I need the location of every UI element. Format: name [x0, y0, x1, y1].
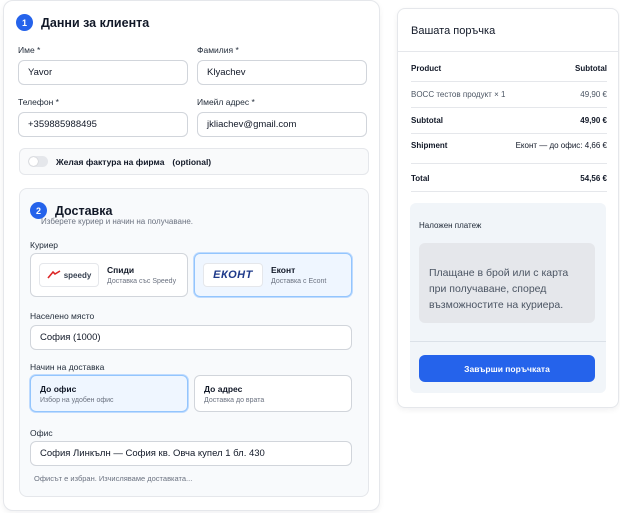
- phone-label: Телефон *: [18, 97, 59, 107]
- first-name-label: Име *: [18, 45, 41, 55]
- courier-option-speedy[interactable]: speedy Спиди Доставка със Speedy: [30, 253, 188, 297]
- subtotal-row: Subtotal 49,90 €: [411, 116, 607, 125]
- shipment-row: Shipment Еконт — до офис: 4,66 €: [411, 141, 607, 150]
- last-name-label: Фамилия *: [197, 45, 239, 55]
- method-option-address[interactable]: До адрес Доставка до врата: [194, 375, 352, 412]
- speedy-logo: speedy: [39, 263, 99, 287]
- order-item-name: BOCC тестов продукт × 1: [411, 90, 506, 99]
- courier-name-econt: Еконт: [271, 265, 296, 275]
- email-input[interactable]: jkliachev@gmail.com: [197, 112, 367, 137]
- subtotal-value: 49,90 €: [580, 116, 607, 125]
- speedy-mark-icon: [47, 270, 61, 279]
- payment-method-box[interactable]: Наложен платеж Плащане в брой или с карт…: [410, 203, 606, 393]
- subtotal-divider: [411, 133, 607, 134]
- customer-card: 1 Данни за клиента Име * Yavor Фамилия *…: [3, 0, 380, 511]
- order-title: Вашата поръчка: [411, 25, 496, 37]
- phone-input[interactable]: +359885988495: [18, 112, 188, 137]
- econt-logo: ЕКОНТ: [203, 263, 263, 287]
- payment-divider: [410, 341, 606, 342]
- customer-section-title: Данни за клиента: [41, 15, 150, 30]
- order-summary-card: Вашата поръчка Product Subtotal BOCC тес…: [397, 8, 619, 408]
- city-label: Населено място: [30, 311, 95, 321]
- method-desc-office: Избор на удобен офис: [40, 396, 114, 404]
- shipment-divider: [411, 163, 607, 164]
- courier-desc-speedy: Доставка със Speedy: [107, 278, 177, 285]
- product-header: Product: [411, 64, 442, 73]
- invoice-optional-label: (optional): [172, 156, 212, 167]
- customer-step-header: 1 Данни за клиента: [16, 14, 149, 31]
- office-label: Офис: [30, 428, 53, 438]
- delivery-subtitle: Изберете куриер и начин на получаване.: [41, 217, 194, 226]
- last-name-input[interactable]: Klyachev: [197, 60, 367, 85]
- office-input[interactable]: София Линкълн — София кв. Овча купел 1 б…: [30, 441, 352, 466]
- method-name-address: До адрес: [204, 383, 243, 394]
- total-label: Total: [411, 174, 430, 183]
- total-row: Total 54,56 €: [411, 174, 607, 183]
- courier-option-econt[interactable]: ЕКОНТ Еконт Доставка с Econt: [194, 253, 352, 297]
- total-value: 54,56 €: [580, 174, 607, 183]
- payment-method-description: Плащане в брой или с карта при получаван…: [419, 243, 595, 323]
- delivery-method-label: Начин на доставка: [30, 362, 105, 372]
- office-status-note: Офисът е избран. Изчисляваме доставката.…: [34, 474, 193, 483]
- summary-header-row: Product Subtotal: [411, 64, 607, 73]
- courier-label: Куриер: [30, 240, 59, 250]
- courier-name-speedy: Спиди: [107, 265, 135, 275]
- subtotal-header: Subtotal: [575, 64, 607, 73]
- header-divider: [411, 81, 607, 82]
- delivery-section-title: Доставка: [55, 203, 113, 218]
- order-item-price: 49,90 €: [580, 90, 607, 99]
- shipment-label: Shipment: [411, 141, 448, 150]
- item-divider: [411, 107, 607, 108]
- step-number-1: 1: [16, 14, 33, 31]
- invoice-toggle[interactable]: [28, 156, 48, 167]
- courier-desc-econt: Доставка с Econt: [271, 278, 327, 285]
- order-item-row: BOCC тестов продукт × 1 49,90 €: [411, 90, 607, 99]
- email-label: Имейл адрес *: [197, 97, 255, 107]
- method-name-office: До офис: [40, 383, 77, 394]
- place-order-button[interactable]: Завърши поръчката: [419, 355, 595, 382]
- first-name-input[interactable]: Yavor: [18, 60, 188, 85]
- checkout-page: 1 Данни за клиента Име * Yavor Фамилия *…: [0, 0, 620, 513]
- method-desc-address: Доставка до врата: [204, 396, 265, 404]
- invoice-label: Желая фактура на фирма: [56, 156, 165, 167]
- shipment-value: Еконт — до офис: 4,66 €: [515, 141, 607, 150]
- total-divider: [411, 191, 607, 192]
- order-title-divider: [398, 51, 618, 52]
- subtotal-label: Subtotal: [411, 116, 443, 125]
- method-option-office[interactable]: До офис Избор на удобен офис: [30, 375, 188, 412]
- payment-method-title: Наложен платеж: [419, 221, 482, 230]
- city-input[interactable]: София (1000): [30, 325, 352, 350]
- invoice-toggle-row[interactable]: Желая фактура на фирма (optional): [19, 148, 369, 175]
